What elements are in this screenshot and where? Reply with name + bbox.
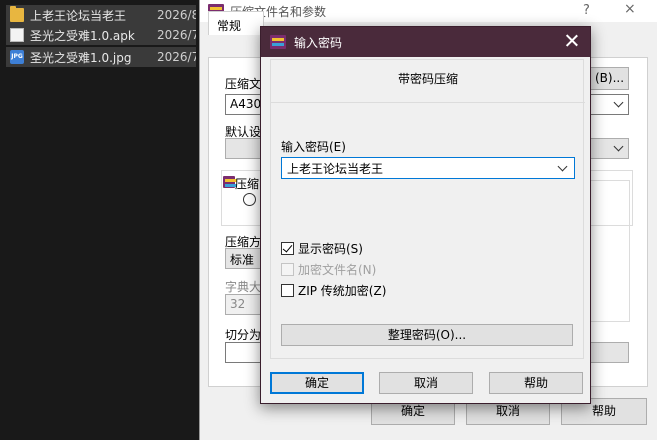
folder-icon bbox=[10, 6, 24, 22]
file-date: 2026/8 bbox=[157, 8, 196, 22]
winrar-icon bbox=[270, 35, 286, 49]
file-item-apk[interactable]: 圣光之受难1.0.apk 2026/7 bbox=[6, 25, 196, 45]
divider bbox=[271, 102, 585, 103]
file-explorer-list: 上老王论坛当老王 2026/8 圣光之受难1.0.apk 2026/7 JPG … bbox=[0, 0, 200, 440]
archive-name-label: 压缩文 bbox=[225, 77, 262, 91]
show-password-checkbox[interactable]: 显示密码(S) bbox=[281, 240, 363, 257]
checkbox-unchecked bbox=[281, 284, 294, 297]
format-rar-radio[interactable] bbox=[243, 193, 256, 206]
cancel-button[interactable]: 取消 bbox=[379, 372, 473, 394]
file-item-folder[interactable]: 上老王论坛当老王 2026/8 bbox=[6, 5, 196, 25]
file-name: 圣光之受难1.0.jpg bbox=[30, 50, 132, 65]
encrypt-filenames-label: 加密文件名(N) bbox=[298, 263, 377, 277]
password-value: 上老王论坛当老王 bbox=[287, 162, 384, 176]
file-date: 2026/7 bbox=[157, 50, 196, 64]
password-input[interactable]: 上老王论坛当老王 bbox=[281, 157, 575, 179]
winrar-small-icon bbox=[223, 176, 237, 188]
chevron-down-icon[interactable] bbox=[557, 161, 568, 172]
enter-password-label: 输入密码(E) bbox=[281, 140, 346, 154]
organize-passwords-button[interactable]: 整理密码(O)... bbox=[281, 324, 573, 346]
file-name: 上老王论坛当老王 bbox=[30, 8, 127, 23]
zip-legacy-checkbox[interactable]: ZIP 传统加密(Z) bbox=[281, 282, 386, 299]
jpg-icon: JPG bbox=[10, 50, 24, 64]
checkbox-checked bbox=[281, 242, 294, 255]
split-label: 切分为 bbox=[225, 328, 262, 342]
help-icon[interactable]: ? bbox=[583, 3, 590, 18]
checkbox-unchecked bbox=[281, 263, 294, 276]
file-icon bbox=[10, 28, 24, 42]
password-header: 带密码压缩 bbox=[397, 72, 458, 86]
ok-button[interactable]: 确定 bbox=[270, 372, 364, 394]
format-group-label: 压缩 bbox=[235, 177, 260, 191]
tab-general[interactable]: 常规 bbox=[208, 11, 264, 35]
file-item-jpg[interactable]: JPG 圣光之受难1.0.jpg 2026/7 bbox=[6, 47, 196, 67]
help-button[interactable]: 帮助 bbox=[489, 372, 583, 394]
password-dialog-title: 输入密码 bbox=[294, 35, 343, 50]
file-date: 2026/7 bbox=[157, 28, 196, 42]
password-dialog-titlebar[interactable]: 输入密码 bbox=[261, 27, 590, 57]
close-icon[interactable] bbox=[566, 33, 578, 47]
archive-dialog-titlebar[interactable]: 压缩文件名和参数 ? × bbox=[200, 0, 657, 22]
show-password-label: 显示密码(S) bbox=[298, 242, 363, 256]
password-panel: 带密码压缩 输入密码(E) 上老王论坛当老王 显示密码(S) 加密文件名(N) … bbox=[270, 59, 585, 359]
encrypt-filenames-checkbox[interactable]: 加密文件名(N) bbox=[281, 261, 376, 278]
dict-label: 字典大 bbox=[225, 280, 262, 294]
password-dialog: 输入密码 带密码压缩 输入密码(E) 上老王论坛当老王 显示密码(S) 加密文件… bbox=[260, 26, 591, 404]
file-name: 圣光之受难1.0.apk bbox=[30, 28, 135, 43]
zip-legacy-label: ZIP 传统加密(Z) bbox=[298, 284, 387, 298]
close-icon[interactable]: × bbox=[624, 1, 636, 17]
